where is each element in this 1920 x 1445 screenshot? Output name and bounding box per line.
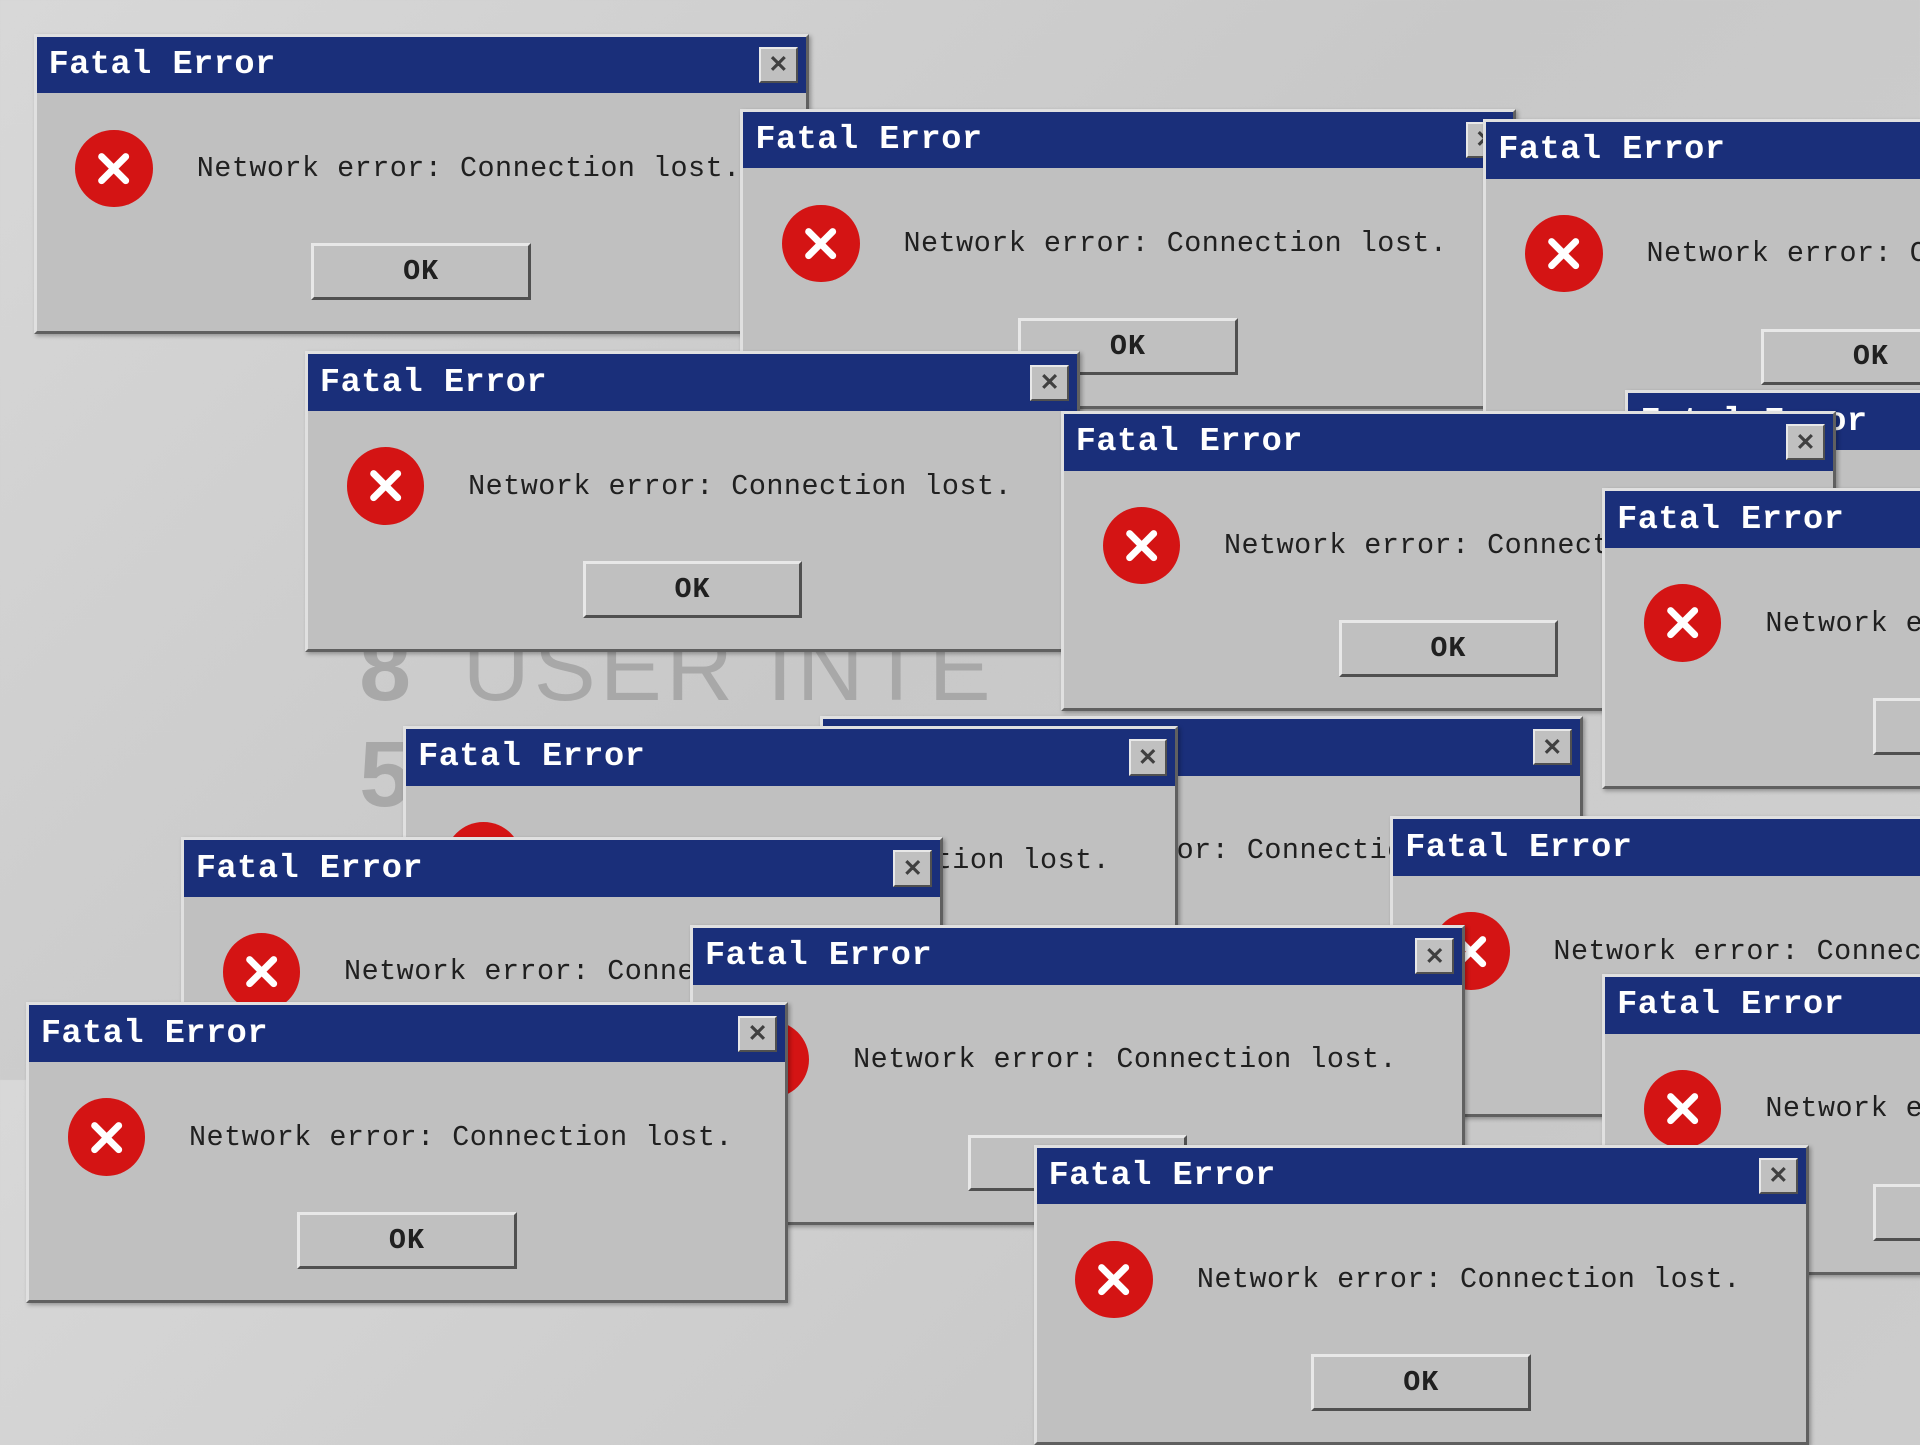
titlebar[interactable]: Fatal Error ✕ [37,37,806,94]
ok-button[interactable]: OK [1339,620,1559,677]
titlebar[interactable]: Fatal Error ✕ [29,1005,785,1062]
dialog-title: Fatal Error [41,1015,268,1053]
titlebar[interactable]: Fatal Error ✕ [1037,1148,1806,1205]
dialog-title: Fatal Error [1617,501,1844,539]
close-button[interactable]: ✕ [1415,938,1454,974]
dialog-body: Network error: Connection lost. OK [308,411,1077,649]
error-message: Network error: Connection lost. [1197,1263,1741,1296]
ok-button[interactable]: OK [583,561,803,618]
titlebar[interactable]: Fatal Error ✕ [1393,819,1920,876]
titlebar[interactable]: Fatal Error ✕ [743,112,1512,169]
close-button[interactable]: ✕ [738,1016,777,1052]
error-message: Network error: Connection lost. [1553,935,1920,968]
dialog-title: Fatal Error [418,738,645,776]
error-message: Network error: Connection lost. [853,1043,1397,1076]
dialog-body: Network error: Connection lost. OK [29,1062,785,1300]
close-icon: ✕ [1040,369,1060,396]
titlebar[interactable]: Fatal Error ✕ [184,840,940,897]
error-icon [1644,1070,1722,1148]
dialog-body: Network error: Connection lost. OK [1486,179,1920,417]
error-message: Network error: Connection lost. [904,227,1448,260]
error-icon [1075,1241,1153,1319]
titlebar[interactable]: Fatal Error ✕ [406,729,1175,786]
error-message: Network error: Connection lost. [1765,607,1920,640]
titlebar[interactable]: Fatal Error ✕ [693,928,1462,985]
dialog-title: Fatal Error [1076,423,1303,461]
titlebar[interactable]: Fatal Error ✕ [308,354,1077,411]
error-icon [68,1098,146,1176]
error-dialog: Fatal Error ✕ Network error: Connection … [1034,1145,1809,1445]
dialog-title: Fatal Error [705,937,932,975]
dialog-title: Fatal Error [320,364,547,402]
close-icon: ✕ [748,1020,768,1047]
titlebar[interactable]: Fatal Error ✕ [1605,491,1920,548]
close-icon: ✕ [903,855,923,882]
dialog-body: Network error: Connection lost. OK [37,93,806,331]
ok-button[interactable]: OK [1873,1184,1920,1241]
dialog-title: Fatal Error [1498,131,1725,169]
ok-button[interactable]: OK [1873,698,1920,755]
error-message: Network error: Connection lost. [1765,1092,1920,1125]
error-icon [75,130,153,208]
error-dialog: Fatal Error ✕ Network error: Connection … [26,1002,788,1303]
error-dialog: Fatal Error ✕ Network error: Connection … [305,351,1080,652]
close-icon: ✕ [1796,429,1816,456]
ok-button[interactable]: OK [1761,329,1920,386]
close-button[interactable]: ✕ [893,850,932,886]
error-icon [782,205,860,283]
error-dialog: Fatal Error ✕ Network error: Connection … [1483,119,1920,420]
error-icon [223,933,301,1011]
titlebar[interactable]: Fatal Error ✕ [1605,977,1920,1034]
dialog-title: Fatal Error [1617,986,1844,1024]
close-icon: ✕ [1138,744,1158,771]
ok-button[interactable]: OK [297,1212,517,1269]
close-icon: ✕ [1542,734,1562,761]
dialog-title: Fatal Error [49,46,276,84]
titlebar[interactable]: Fatal Error ✕ [1064,414,1833,471]
dialog-body: Network error: Connection lost. OK [1037,1204,1806,1442]
error-message: Network error: Connection lost. [1646,237,1920,270]
close-button[interactable]: ✕ [1129,739,1168,775]
close-button[interactable]: ✕ [1759,1158,1798,1194]
dialog-body: Network error: Connection lost. OK [1605,548,1920,786]
close-button[interactable]: ✕ [1786,424,1825,460]
dialog-title: Fatal Error [755,121,982,159]
dialog-title: Fatal Error [196,850,423,888]
titlebar[interactable]: Fatal Error ✕ [1486,122,1920,179]
error-icon [1103,507,1181,585]
ok-button[interactable]: OK [311,243,531,300]
close-icon: ✕ [768,51,788,78]
close-icon: ✕ [1769,1162,1789,1189]
error-dialog: Fatal Error ✕ Network error: Connection … [1602,488,1920,789]
error-icon [1525,215,1603,293]
close-button[interactable]: ✕ [759,47,798,83]
error-message: Network error: Connection lost. [468,470,1012,503]
error-dialog: Fatal Error ✕ Network error: Connection … [34,34,809,335]
dialog-title: Fatal Error [1405,829,1632,867]
close-button[interactable]: ✕ [1533,729,1572,765]
close-icon: ✕ [1425,943,1445,970]
error-icon [347,447,425,525]
ok-button[interactable]: OK [1311,1354,1531,1411]
dialog-title: Fatal Error [1049,1157,1276,1195]
error-icon [1644,584,1722,662]
error-message: Network error: Connection lost. [189,1121,733,1154]
close-button[interactable]: ✕ [1030,365,1069,401]
error-message: Network error: Connection lost. [197,152,741,185]
